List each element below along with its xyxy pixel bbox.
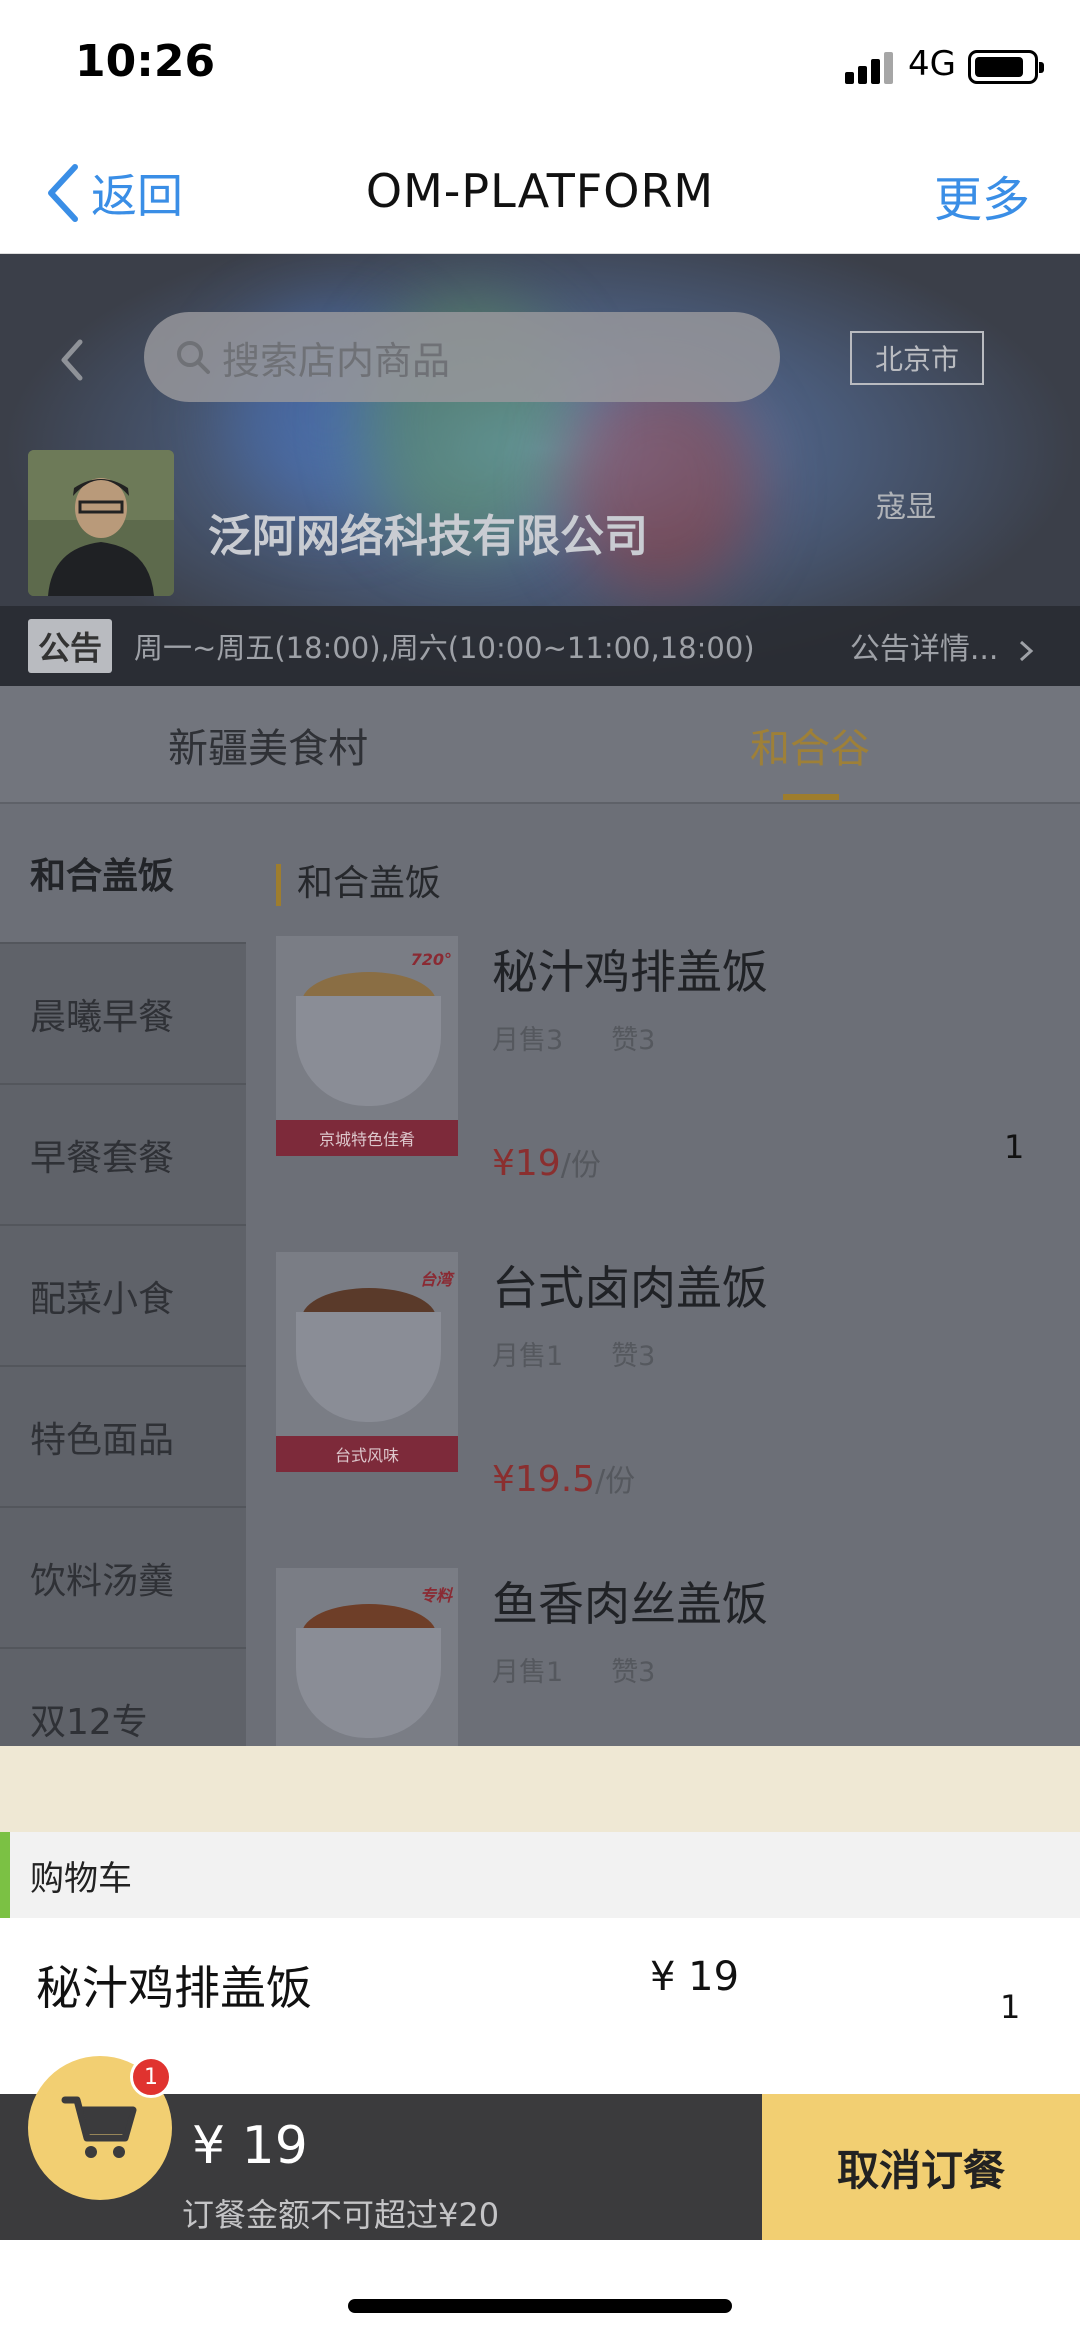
item-meta: 月售3 赞3 [492,1025,656,1056]
cart-panel-top [0,1746,1080,1832]
menu-item[interactable]: 专料 鱼香肉丝盖饭 月售1 赞3 [276,1568,1066,1746]
category-breakfast-set[interactable]: 早餐套餐 [0,1086,246,1226]
network-label: 4G [908,44,956,84]
menu-item[interactable]: 720° 京城特色佳肴 秘汁鸡排盖饭 月售3 赞3 ¥19/份 1 [276,936,1066,1236]
category-drinks-soups[interactable]: 饮料汤羹 [0,1509,246,1649]
active-tab-indicator [783,794,839,800]
menu-item[interactable]: 台湾 台式风味 台式卤肉盖饭 月售1 赞3 ¥19.5/份 [276,1252,1066,1552]
cart-total: ¥ 19 [192,2116,308,2176]
category-sidebar: 和合盖饭 晨曦早餐 早餐套餐 配菜小食 特色面品 饮料汤羹 双12专 [0,804,246,1746]
notice-tag: 公告 [28,619,113,673]
cart-item-quantity: 1 [1000,1988,1021,2026]
city-selector[interactable]: 北京市 [850,331,984,385]
notice-bar[interactable]: 公告 周一~周五(18:00),周六(10:00~11:00,18:00) 公告… [0,606,1080,686]
tab-xinjiang[interactable]: 新疆美食村 [168,716,368,774]
search-input[interactable]: 搜索店内商品 [144,312,780,402]
item-price: ¥19/份 [492,1143,601,1184]
home-indicator [348,2299,732,2313]
item-price: ¥19.5/份 [492,1459,636,1500]
cart-item-name: 秘汁鸡排盖饭 [36,1961,312,2015]
store-tabs: 新疆美食村 和合谷 [0,686,1080,804]
shop-header: 搜索店内商品 北京市 泛阿网络科技有限公司 寇显 公告 周一~周五(18:00)… [0,254,1080,686]
home-area [0,2240,1080,2339]
category-chenxi-breakfast[interactable]: 晨曦早餐 [0,945,246,1085]
item-meta: 月售1 赞3 [492,1657,656,1688]
cart-header-label: 购物车 [30,1858,132,1899]
cart-badge: 1 [130,2056,172,2098]
avatar-photo [28,450,174,596]
category-noodles[interactable]: 特色面品 [0,1368,246,1508]
status-bar: 10:26 4G [0,0,1080,130]
more-button[interactable]: 更多 [934,160,1030,230]
navigation-bar: 返回 OM-PLATFORM 更多 [0,130,1080,254]
dish-image: 720° 京城特色佳肴 [276,936,458,1156]
order-limit-note: 订餐金额不可超过¥20 [182,2196,500,2234]
cart-icon [61,2096,137,2158]
category-double12[interactable]: 双12专 [0,1650,246,1746]
menu-area: 新疆美食村 和合谷 和合盖饭 晨曦早餐 早餐套餐 配菜小食 特色面品 饮料汤羹 … [0,686,1080,1746]
dish-image: 台湾 台式风味 [276,1252,458,1472]
shop-name: 泛阿网络科技有限公司 [208,511,648,562]
item-quantity: 1 [1004,1128,1025,1166]
shop-owner: 寇显 [876,490,936,525]
cart-header: 购物车 [0,1832,1080,1918]
notice-details-link[interactable]: 公告详情... [850,624,1036,668]
category-side-dishes[interactable]: 配菜小食 [0,1227,246,1367]
dish-image: 专料 [276,1568,458,1746]
notice-details-label: 公告详情... [849,632,999,667]
item-name: 台式卤肉盖饭 [492,1261,768,1315]
item-name: 秘汁鸡排盖饭 [492,945,768,999]
search-placeholder: 搜索店内商品 [222,338,451,383]
search-icon [177,341,210,374]
item-name: 鱼香肉丝盖饭 [492,1577,768,1631]
cancel-order-button[interactable]: 取消订餐 [762,2094,1080,2240]
status-time: 10:26 [75,36,216,87]
category-hehe-gaifan[interactable]: 和合盖饭 [0,804,246,944]
cart-item-price: ¥ 19 [650,1954,740,2000]
notice-text: 周一~周五(18:00),周六(10:00~11:00,18:00) [134,631,755,665]
chevron-right-icon [1019,640,1034,661]
cart-header-accent [0,1832,10,1918]
back-chevron-icon[interactable] [52,330,92,390]
battery-icon [968,50,1044,84]
section-title: 和合盖饭 [276,864,441,906]
item-meta: 月售1 赞3 [492,1341,656,1372]
signal-icon [845,50,895,84]
page-title: OM-PLATFORM [365,164,715,218]
tab-hehegu[interactable]: 和合谷 [750,716,870,774]
